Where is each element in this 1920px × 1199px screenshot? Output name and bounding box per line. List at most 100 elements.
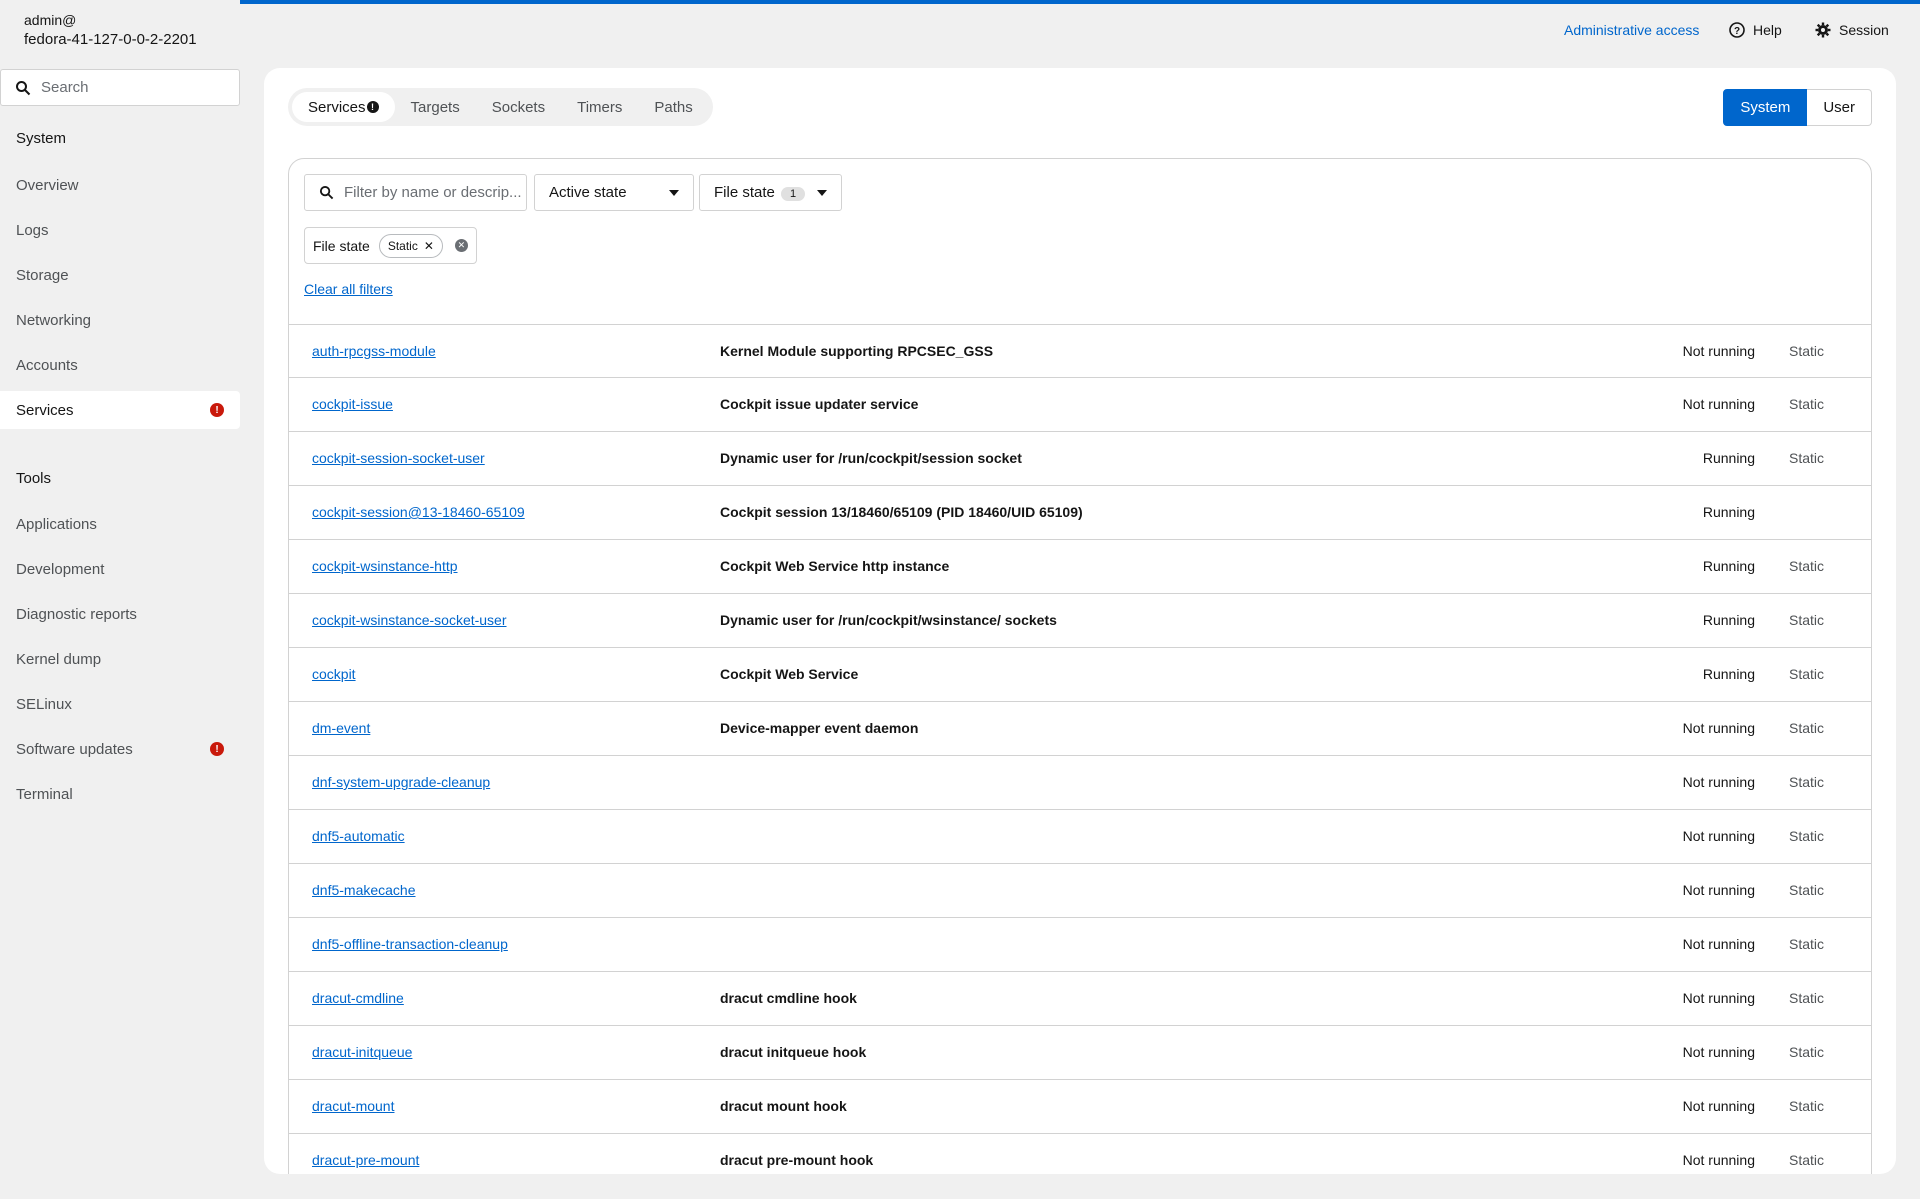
- caret-down-icon: [669, 189, 679, 196]
- table-row[interactable]: dnf-system-upgrade-cleanup Not running Sta…: [289, 756, 1871, 810]
- sidebar-item-software-updates[interactable]: Software updates!: [0, 730, 240, 768]
- service-name-link[interactable]: cockpit-session-socket-user: [312, 450, 485, 466]
- service-active-state: Not running: [1682, 1098, 1755, 1114]
- search-placeholder: Search: [41, 79, 89, 96]
- sidebar-item-kernel-dump[interactable]: Kernel dump: [0, 640, 240, 678]
- service-active-state: Running: [1702, 666, 1755, 682]
- tab-timers[interactable]: Timers: [561, 92, 638, 122]
- table-row[interactable]: cockpit-wsinstance-socket-user Dynamic us…: [289, 594, 1871, 648]
- service-name-link[interactable]: cockpit-session@13-18460-65109: [312, 504, 525, 520]
- table-row[interactable]: cockpit-session-socket-user Dynamic user …: [289, 432, 1871, 486]
- sidebar-item-development[interactable]: Development: [0, 550, 240, 588]
- sidebar-item-label: Logs: [16, 221, 49, 239]
- sidebar-item-selinux[interactable]: SELinux: [0, 685, 240, 723]
- sidebar-item-applications[interactable]: Applications: [0, 505, 240, 543]
- table-row[interactable]: dm-event Device-mapper event daemon Not ru…: [289, 702, 1871, 756]
- tab-targets[interactable]: Targets: [395, 92, 476, 122]
- table-row[interactable]: dracut-mount dracut mount hook Not running…: [289, 1080, 1871, 1134]
- clear-chip-group-icon[interactable]: ✕: [454, 239, 468, 252]
- sidebar-item-label: Storage: [16, 266, 69, 284]
- file-state-chip-group: File state Static ✕ ✕: [304, 227, 477, 264]
- sidebar-item-storage[interactable]: Storage: [0, 256, 240, 294]
- tab-paths[interactable]: Paths: [638, 92, 708, 122]
- service-name-link[interactable]: cockpit: [312, 666, 356, 682]
- user-toggle-button[interactable]: User: [1807, 89, 1872, 126]
- active-state-dropdown[interactable]: Active state: [534, 174, 694, 211]
- table-row[interactable]: auth-rpcgss-module Kernel Module supporti…: [289, 324, 1871, 378]
- service-active-state: Not running: [1682, 1044, 1755, 1060]
- sidebar-item-accounts[interactable]: Accounts: [0, 346, 240, 384]
- sidebar-item-label: Diagnostic reports: [16, 605, 137, 623]
- service-active-state: Running: [1702, 612, 1755, 628]
- sidebar-item-services[interactable]: Services!: [0, 391, 240, 429]
- service-file-state: Static: [1789, 1044, 1825, 1060]
- table-row[interactable]: dnf5-makecache Not running Static: [289, 864, 1871, 918]
- tab-sockets[interactable]: Sockets: [476, 92, 561, 122]
- clear-all-filters-link[interactable]: Clear all filters: [304, 281, 393, 297]
- host-name: fedora-41-127-0-0-2-2201: [24, 31, 197, 48]
- chip-label: Static: [387, 238, 418, 253]
- table-row[interactable]: cockpit-session@13-18460-65109 Cockpit se…: [289, 486, 1871, 540]
- filter-input[interactable]: Filter by name or descrip...: [304, 174, 527, 211]
- administrative-access-button[interactable]: Administrative access: [1564, 22, 1699, 38]
- service-name-link[interactable]: cockpit-issue: [312, 396, 393, 412]
- service-file-state: Static: [1789, 1098, 1825, 1114]
- system-toggle-button[interactable]: System: [1723, 89, 1808, 126]
- service-name-link[interactable]: dnf5-automatic: [312, 828, 405, 844]
- sidebar-item-label: Software updates: [16, 740, 133, 758]
- service-name-link[interactable]: dracut-pre-mount: [312, 1152, 419, 1168]
- session-button[interactable]: Session: [1815, 22, 1889, 38]
- nav-search-input[interactable]: Search: [0, 69, 240, 106]
- sidebar-item-label: Networking: [16, 311, 92, 329]
- service-name-link[interactable]: auth-rpcgss-module: [312, 343, 436, 359]
- alert-icon: !: [210, 403, 224, 417]
- table-row[interactable]: dracut-pre-mount dracut pre-mount hook Not…: [289, 1134, 1871, 1174]
- table-row[interactable]: dracut-cmdline dracut cmdline hook Not run…: [289, 972, 1871, 1026]
- service-active-state: Not running: [1682, 990, 1755, 1006]
- service-description: Cockpit session 13/18460/65109 (PID 1846…: [720, 504, 1083, 520]
- table-row[interactable]: dnf5-automatic Not running Static: [289, 810, 1871, 864]
- service-name-link[interactable]: dracut-mount: [312, 1098, 394, 1114]
- service-active-state: Running: [1702, 450, 1755, 466]
- file-state-dropdown[interactable]: File state 1: [699, 174, 842, 211]
- service-name-link[interactable]: dnf5-makecache: [312, 882, 416, 898]
- service-name-link[interactable]: dm-event: [312, 720, 370, 736]
- help-button[interactable]: ? Help: [1729, 22, 1782, 38]
- service-active-state: Not running: [1682, 396, 1755, 412]
- host-switcher[interactable]: admin@ fedora-41-127-0-0-2-2201: [24, 10, 197, 50]
- service-name-link[interactable]: dracut-initqueue: [312, 1044, 412, 1060]
- service-description: Dynamic user for /run/cockpit/wsinstance…: [720, 612, 1057, 628]
- search-icon: [319, 185, 334, 200]
- service-active-state: Running: [1702, 504, 1755, 520]
- sidebar-item-label: Services: [16, 401, 74, 419]
- table-row[interactable]: cockpit Cockpit Web Service Running Static: [289, 648, 1871, 702]
- admin-label: Administrative access: [1564, 22, 1700, 38]
- service-file-state: Static: [1789, 1152, 1825, 1168]
- table-row[interactable]: dnf5-offline-transaction-cleanup Not runn…: [289, 918, 1871, 972]
- service-name-link[interactable]: dnf-system-upgrade-cleanup: [312, 774, 490, 790]
- sidebar-item-label: Kernel dump: [16, 650, 102, 668]
- sidebar-item-terminal[interactable]: Terminal: [0, 775, 240, 813]
- service-description: Cockpit Web Service http instance: [720, 558, 950, 574]
- service-active-state: Not running: [1682, 774, 1755, 790]
- sidebar-item-logs[interactable]: Logs: [0, 211, 240, 249]
- service-file-state: Static: [1789, 343, 1825, 359]
- chip-remove-icon[interactable]: ✕: [424, 239, 434, 253]
- sidebar-item-networking[interactable]: Networking: [0, 301, 240, 339]
- table-row[interactable]: cockpit-wsinstance-http Cockpit Web Servi…: [289, 540, 1871, 594]
- search-icon: [16, 80, 31, 95]
- table-row[interactable]: dracut-initqueue dracut initqueue hook Not…: [289, 1026, 1871, 1080]
- service-active-state: Not running: [1682, 343, 1755, 359]
- table-row[interactable]: cockpit-issue Cockpit issue updater servi…: [289, 378, 1871, 432]
- service-name-link[interactable]: cockpit-wsinstance-http: [312, 558, 458, 574]
- service-active-state: Running: [1702, 558, 1755, 574]
- sidebar-item-overview[interactable]: Overview: [0, 166, 240, 204]
- sidebar-item-diagnostic-reports[interactable]: Diagnostic reports: [0, 595, 240, 633]
- service-active-state: Not running: [1682, 1152, 1755, 1168]
- service-name-link[interactable]: dracut-cmdline: [312, 990, 404, 1006]
- service-name-link[interactable]: dnf5-offline-transaction-cleanup: [312, 936, 508, 952]
- nav-section-system: System: [16, 130, 67, 147]
- tab-services[interactable]: Services !: [292, 92, 395, 122]
- service-name-link[interactable]: cockpit-wsinstance-socket-user: [312, 612, 507, 628]
- svg-text:?: ?: [1734, 26, 1740, 37]
